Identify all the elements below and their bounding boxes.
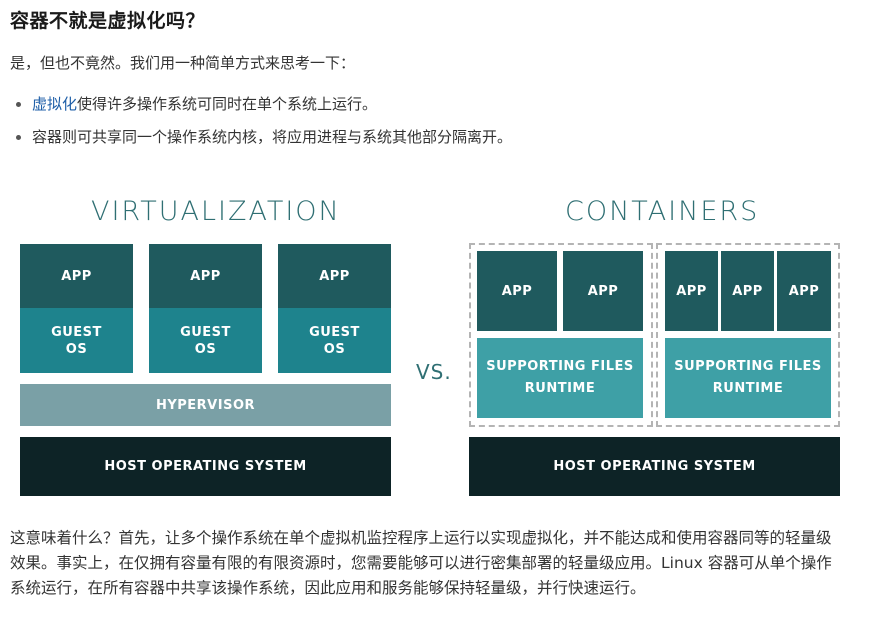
- vm-host-os-block: HOST OPERATING SYSTEM: [20, 437, 391, 496]
- supporting-files-block: SUPPORTING FILES RUNTIME: [477, 338, 643, 418]
- vm-app-block: APP: [278, 244, 391, 308]
- bullet-list: 虚拟化使得许多操作系统可同时在单个系统上运行。 容器则可共享同一个操作系统内核，…: [10, 92, 512, 158]
- bullet-text: 容器则可共享同一个操作系统内核，将应用进程与系统其他部分隔离开。: [32, 128, 513, 146]
- containers-heading: CONTAINERS: [565, 196, 760, 227]
- container-app-block: APP: [477, 251, 557, 331]
- intro-text: 是，但也不竟然。我们用一种简单方式来思考一下：: [10, 54, 356, 72]
- supporting-files-line2: RUNTIME: [712, 381, 784, 396]
- virtualization-link[interactable]: 虚拟化: [32, 95, 77, 113]
- vs-label: VS.: [416, 360, 452, 384]
- vm-app-block: APP: [149, 244, 262, 308]
- guest-os-line2: OS: [194, 341, 217, 357]
- supporting-files-line2: RUNTIME: [524, 381, 596, 396]
- bullet-text: 使得许多操作系统可同时在单个系统上运行。: [77, 95, 378, 113]
- hypervisor-block: HYPERVISOR: [20, 384, 391, 426]
- page-title: 容器不就是虚拟化吗？: [10, 10, 206, 32]
- container-app-block: APP: [563, 251, 643, 331]
- container-app-block: APP: [665, 251, 718, 331]
- supporting-files-line1: SUPPORTING FILES: [674, 359, 822, 374]
- vm-guest-os-block: GUEST OS: [149, 308, 262, 373]
- container-host-os-block: HOST OPERATING SYSTEM: [469, 437, 840, 496]
- virtualization-heading: VIRTUALIZATION: [91, 196, 341, 227]
- container-app-block: APP: [777, 251, 831, 331]
- outro-paragraph: 这意味着什么？首先，让多个操作系统在单个虚拟机监控程序上运行以实现虚拟化，并不能…: [10, 529, 832, 597]
- supporting-files-block: SUPPORTING FILES RUNTIME: [665, 338, 831, 418]
- guest-os-line2: OS: [323, 341, 346, 357]
- supporting-files-line1: SUPPORTING FILES: [486, 359, 634, 374]
- vm-guest-os-block: GUEST OS: [278, 308, 391, 373]
- container-app-block: APP: [721, 251, 774, 331]
- vm-guest-os-block: GUEST OS: [20, 308, 133, 373]
- guest-os-line2: OS: [65, 341, 88, 357]
- vm-app-block: APP: [20, 244, 133, 308]
- list-item: 虚拟化使得许多操作系统可同时在单个系统上运行。: [10, 92, 512, 125]
- guest-os-line1: GUEST: [51, 324, 102, 340]
- guest-os-line1: GUEST: [309, 324, 360, 340]
- list-item: 容器则可共享同一个操作系统内核，将应用进程与系统其他部分隔离开。: [10, 125, 512, 158]
- guest-os-line1: GUEST: [180, 324, 231, 340]
